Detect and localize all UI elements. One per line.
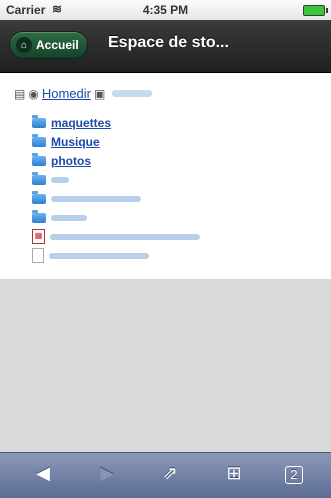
home-icon: ⌂ [16, 37, 32, 53]
breadcrumb-homedir-link[interactable]: Homedir [42, 86, 91, 101]
folder-icon [32, 152, 46, 166]
folder-icon [32, 209, 46, 223]
breadcrumb-obscured-segment[interactable] [112, 90, 153, 97]
obscured-folder-link[interactable] [51, 214, 87, 221]
folder-icon [32, 133, 46, 147]
obscured-pdf-link[interactable] [50, 233, 200, 240]
folder-icon [32, 171, 46, 185]
list-item[interactable] [32, 170, 200, 189]
back-arrow-icon[interactable]: ◀ [31, 463, 55, 484]
list-item[interactable]: photos [32, 151, 200, 170]
folder-link[interactable]: Musique [51, 135, 100, 149]
status-bar: Carrier ≋ 4:35 PM [0, 0, 331, 20]
home-back-label: Accueil [36, 38, 79, 52]
obscured-folder-link[interactable] [51, 176, 69, 183]
folder-icon [32, 114, 46, 128]
browser-toolbar: ◀ ▶ ⇗ ⊞ 2 [0, 452, 331, 498]
bookmarks-icon[interactable]: ⊞ [222, 463, 246, 484]
obscured-file-link[interactable] [49, 252, 149, 259]
document-icon [32, 248, 44, 263]
file-browser: ▤ ◉ Homedir ▣ maquettes Musique photos ▦ [0, 73, 331, 279]
forward-arrow-icon[interactable]: ▶ [95, 463, 119, 484]
clock: 4:35 PM [142, 3, 189, 17]
breadcrumb: ▤ ◉ Homedir ▣ [14, 86, 153, 101]
folder-link[interactable]: maquettes [51, 116, 111, 130]
server-icon: ▤ [14, 86, 26, 101]
disk-icon: ◉ [28, 86, 39, 101]
list-item[interactable]: maquettes [32, 113, 200, 132]
battery-icon [303, 5, 328, 16]
share-icon[interactable]: ⇗ [158, 463, 182, 484]
list-item[interactable] [32, 246, 200, 265]
list-item[interactable] [32, 208, 200, 227]
file-list: maquettes Musique photos ▦ [32, 113, 200, 265]
page-title: Espace de sto... [108, 34, 229, 51]
home-back-button[interactable]: ⌂ Accueil [9, 31, 88, 59]
list-item[interactable] [32, 189, 200, 208]
tabs-icon[interactable]: 2 [285, 466, 303, 484]
computer-icon: ▣ [93, 86, 106, 101]
pdf-icon: ▦ [32, 229, 45, 244]
folder-icon [32, 190, 46, 204]
navigation-bar: ⌂ Accueil Espace de sto... [0, 20, 331, 73]
tabs-count: 2 [290, 467, 298, 482]
obscured-folder-link[interactable] [51, 195, 141, 202]
folder-link[interactable]: photos [51, 154, 91, 168]
list-item[interactable]: Musique [32, 132, 200, 151]
list-item[interactable]: ▦ [32, 227, 200, 246]
